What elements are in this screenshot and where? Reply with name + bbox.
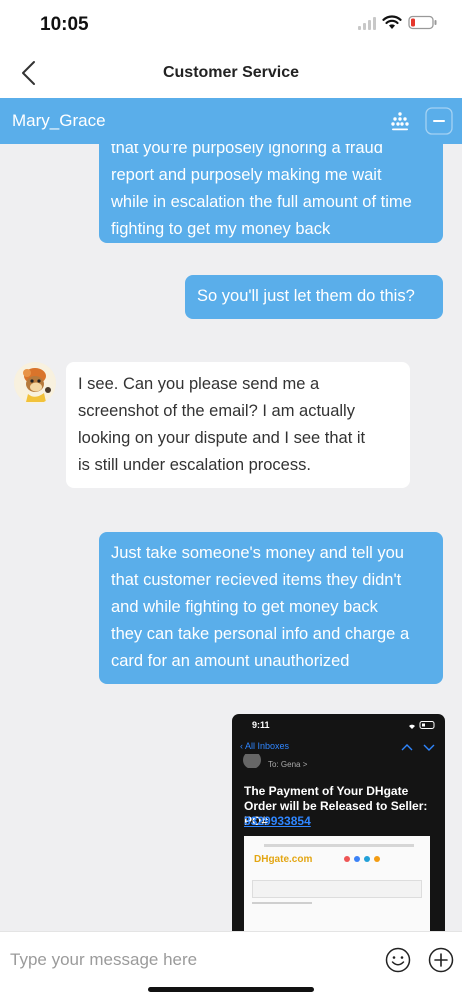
message-bubble-incoming: I see. Can you please send me a screensh…: [66, 362, 410, 488]
plus-circle-icon: [428, 947, 454, 973]
wifi-icon: [382, 15, 402, 29]
message-line: I see. Can you please send me a: [78, 375, 320, 393]
message-input[interactable]: [10, 942, 370, 978]
attachment-logo: DHgate.com: [254, 854, 313, 865]
status-bar: 10:05: [0, 0, 462, 50]
attachment-email-body: DHgate.com: [244, 836, 430, 931]
agent-name: Mary_Grace: [12, 111, 106, 130]
message-list[interactable]: that you're purposely ignoring a fraud r…: [0, 144, 462, 931]
image-attachment[interactable]: 9:11 ‹ All Inboxes To: Gena > The Paymen…: [232, 714, 445, 931]
message-line: that you're purposely ignoring a fraud: [111, 144, 383, 157]
battery-icon: [408, 15, 437, 30]
page-title: Customer Service: [162, 64, 300, 81]
agent-avatar-image: [14, 362, 56, 404]
attachment-inbox-link: ‹ All Inboxes: [240, 741, 290, 751]
message-bubble-outgoing: that you're purposely ignoring a fraud r…: [99, 144, 443, 243]
agent-avatar: [14, 362, 56, 404]
message-line: screenshot of the email? I am actually: [78, 402, 355, 420]
message-line: report and purposely making me wait: [111, 166, 382, 184]
attachment-po-number: 3329933854: [244, 814, 311, 828]
message-line: they can take personal info and charge a: [111, 625, 410, 643]
attachment-status-time: 9:11: [252, 720, 270, 730]
minimize-icon: [425, 107, 453, 135]
add-attachment-button[interactable]: [428, 947, 454, 973]
message-bubble-outgoing: Just take someone's money and tell you t…: [99, 532, 443, 684]
message-bubble-outgoing: So you'll just let them do this?: [185, 275, 443, 319]
message-line: looking on your dispute and I see that i…: [78, 429, 366, 447]
message-line: is still under escalation process.: [78, 456, 311, 474]
navigation-bar: Customer Service: [0, 50, 462, 98]
attachment-status-icons: [409, 721, 435, 729]
attachment-nav-arrows: [401, 744, 435, 751]
home-indicator: [148, 987, 314, 992]
cellular-signal-icon: [358, 16, 376, 30]
smiley-icon: [385, 947, 411, 973]
attachment-inbox-label: All Inboxes: [245, 741, 290, 751]
grid-menu-icon: [391, 112, 409, 131]
message-line: that customer recieved items they didn't: [111, 571, 402, 589]
message-line: and while fighting to get money back: [111, 598, 378, 616]
status-icons: [358, 15, 438, 30]
message-composer: [0, 931, 462, 1000]
status-time: 10:05: [40, 14, 89, 35]
message-line: So you'll just let them do this?: [197, 287, 415, 305]
minimize-button[interactable]: [425, 107, 453, 135]
menu-button[interactable]: [388, 109, 412, 133]
message-line: while in escalation the full amount of t…: [111, 193, 412, 211]
attachment-sender-avatar: [243, 754, 261, 768]
chat-header: Mary_Grace: [0, 98, 462, 144]
attachment-recipient: To: Gena >: [268, 760, 308, 769]
emoji-button[interactable]: [385, 947, 411, 973]
message-line: Just take someone's money and tell you: [111, 544, 404, 562]
message-line: card for an amount unauthorized: [111, 652, 350, 670]
message-line: fighting to get my money back: [111, 220, 331, 238]
